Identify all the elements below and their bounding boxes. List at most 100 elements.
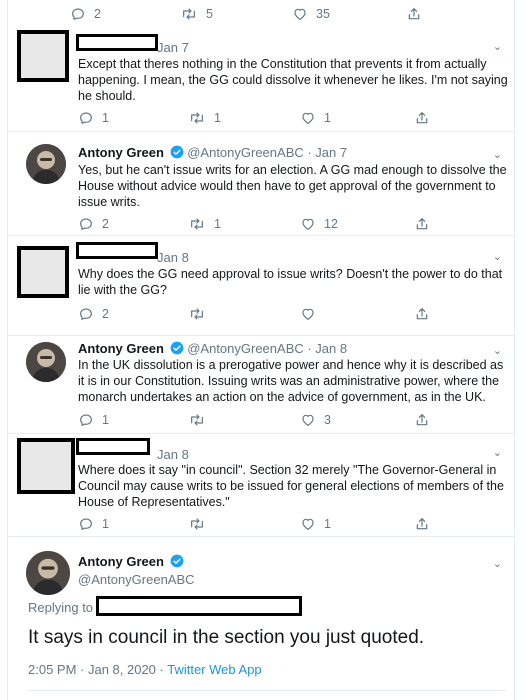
handle-and-date[interactable]: @AntonyGreenABC · Jan 7 (187, 145, 347, 160)
reply-button[interactable]: 1 (78, 410, 109, 430)
retweet-button[interactable]: 1 (188, 214, 221, 234)
like-button[interactable]: 1 (300, 514, 331, 534)
tweet[interactable]: Antony Green @AntonyGreenABC · Jan 8 ⌄ I… (8, 336, 514, 434)
avatar-photo-icon (26, 144, 66, 184)
previous-tweet-actions: 2 5 35 (70, 4, 510, 24)
tweet-text: Yes, but he can't issue writs for an ele… (78, 163, 507, 209)
tweet-text: Why does the GG need approval to issue w… (78, 267, 503, 297)
redacted-reply-target (96, 596, 302, 616)
avatar[interactable] (26, 551, 70, 595)
tweet[interactable]: Jan 7 ⌄ Except that theres nothing in th… (8, 28, 514, 132)
retweet-button[interactable]: 1 (188, 108, 221, 128)
divider (28, 690, 506, 691)
like-icon (302, 218, 314, 230)
source-app-link[interactable]: Twitter Web App (167, 662, 261, 677)
share-button[interactable] (414, 410, 430, 430)
avatar[interactable] (26, 342, 66, 382)
tweet-actions: 1 3 (78, 410, 518, 430)
tweet[interactable]: Jan 8 ⌄ Where does it say "in council". … (8, 434, 514, 537)
share-button[interactable] (414, 108, 430, 128)
tweet-date: Jan 8 (157, 447, 189, 462)
focused-tweet-text: It says in council in the section you ju… (28, 627, 425, 648)
reply-button[interactable]: 1 (78, 108, 109, 128)
reply-count: 2 (94, 7, 101, 21)
display-name-text[interactable]: Antony Green (78, 554, 164, 569)
display-name[interactable]: Antony Green (78, 341, 164, 356)
like-button[interactable]: 12 (300, 214, 338, 234)
share-icon (416, 414, 428, 426)
tweet-header: Antony Green @AntonyGreenABC · Jan 7 (78, 144, 347, 161)
share-button[interactable] (414, 304, 430, 324)
tweet-header: Antony Green @AntonyGreenABC · Jan 8 (78, 340, 347, 357)
reply-count: 2 (102, 217, 109, 231)
retweet-button[interactable] (188, 514, 214, 534)
share-icon (416, 218, 428, 230)
handle-and-date[interactable]: @AntonyGreenABC · Jan 8 (187, 341, 347, 356)
retweet-button[interactable] (188, 304, 214, 324)
retweet-icon (191, 218, 203, 230)
share-icon (416, 518, 428, 530)
display-name[interactable]: Antony Green (78, 145, 164, 160)
share-icon (408, 8, 420, 20)
like-button[interactable]: 35 (292, 4, 330, 24)
reply-count: 1 (102, 517, 109, 531)
tweet[interactable]: Jan 8 ⌄ Why does the GG need approval to… (8, 236, 514, 336)
tweet-actions: 2 (78, 304, 518, 324)
chevron-down-icon[interactable]: ⌄ (493, 148, 502, 161)
handle[interactable]: @AntonyGreenABC (78, 571, 195, 588)
like-count: 35 (316, 7, 330, 21)
reply-icon (80, 518, 92, 530)
share-icon (416, 112, 428, 124)
redacted-avatar (17, 438, 75, 494)
timestamp[interactable]: 2:05 PM · Jan 8, 2020 · (28, 662, 167, 677)
avatar[interactable] (26, 144, 66, 184)
replying-to-label: Replying to (28, 600, 94, 615)
verified-badge-icon (170, 145, 184, 159)
like-count: 12 (324, 217, 338, 231)
reply-icon (72, 8, 84, 20)
reply-count: 2 (102, 307, 109, 321)
share-button[interactable] (414, 214, 430, 234)
like-count: 1 (324, 111, 331, 125)
like-button[interactable]: 1 (300, 108, 331, 128)
retweet-button[interactable]: 5 (180, 4, 213, 24)
reply-button[interactable]: 2 (70, 4, 101, 24)
retweet-icon (191, 414, 203, 426)
reply-button[interactable]: 2 (78, 214, 109, 234)
like-button[interactable] (300, 304, 324, 324)
verified-badge-icon (170, 554, 184, 568)
tweet-actions: 2 1 12 (78, 214, 518, 234)
like-button[interactable]: 3 (300, 410, 331, 430)
reply-icon (80, 112, 92, 124)
chevron-down-icon[interactable]: ⌄ (493, 40, 502, 53)
like-icon (302, 308, 314, 320)
retweet-icon (191, 112, 203, 124)
tweet-date: Jan 7 (157, 40, 189, 55)
retweet-icon (191, 308, 203, 320)
share-button[interactable] (406, 4, 422, 24)
tweet-actions: 1 1 (78, 514, 518, 534)
reply-button[interactable]: 1 (78, 514, 109, 534)
redacted-username (76, 242, 158, 259)
display-name: Antony Green (78, 553, 184, 570)
share-button[interactable] (414, 514, 430, 534)
avatar-photo-icon (26, 342, 66, 382)
share-icon (416, 308, 428, 320)
chevron-down-icon[interactable]: ⌄ (493, 446, 502, 459)
chevron-down-icon[interactable]: ⌄ (493, 557, 502, 570)
avatar-photo-icon (26, 551, 70, 595)
tweet[interactable]: Antony Green @AntonyGreenABC · Jan 7 ⌄ Y… (8, 132, 514, 236)
redacted-avatar (17, 30, 69, 82)
reply-count: 1 (102, 413, 109, 427)
tweet-text: Where does it say "in council". Section … (78, 463, 504, 509)
chevron-down-icon[interactable]: ⌄ (493, 344, 502, 357)
retweet-icon (191, 518, 203, 530)
retweet-button[interactable] (188, 410, 214, 430)
reply-icon (80, 414, 92, 426)
redacted-username (76, 438, 150, 455)
redacted-username (76, 34, 158, 51)
reply-button[interactable]: 2 (78, 304, 109, 324)
chevron-down-icon[interactable]: ⌄ (493, 250, 502, 263)
verified-badge-icon (170, 341, 184, 355)
timeline-right-border (514, 0, 515, 700)
